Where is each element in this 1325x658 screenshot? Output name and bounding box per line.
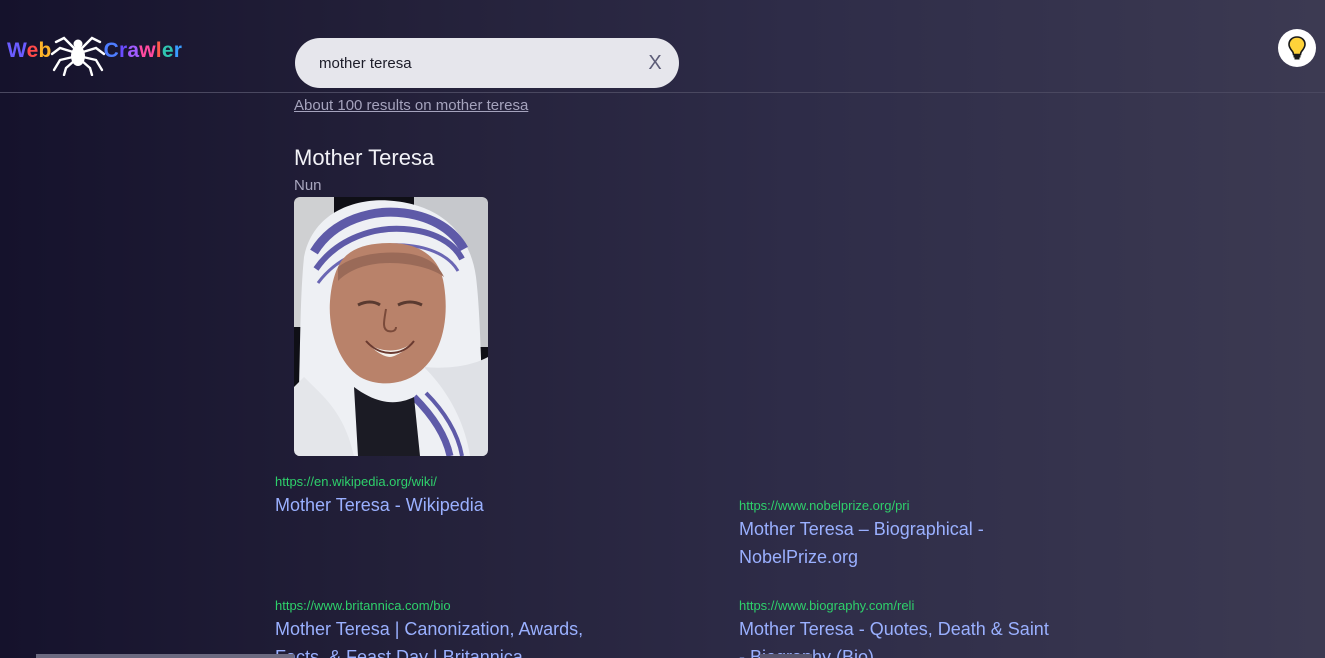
result-url[interactable]: https://en.wikipedia.org/wiki/ xyxy=(275,473,605,491)
search-result: https://www.biography.com/reli Mother Te… xyxy=(739,597,1069,658)
knowledge-panel-title: Mother Teresa xyxy=(294,145,435,170)
theme-toggle-button[interactable] xyxy=(1278,29,1316,67)
search-result: https://en.wikipedia.org/wiki/ Mother Te… xyxy=(275,473,605,519)
horizontal-scrollbar-thumb[interactable] xyxy=(760,654,812,658)
knowledge-panel-portrait-image xyxy=(294,197,488,456)
lightbulb-icon xyxy=(1288,36,1306,60)
logo[interactable]: Web Crawler xyxy=(7,26,182,76)
logo-text-web: Web xyxy=(7,39,52,62)
search-result: https://www.nobelprize.org/pri Mother Te… xyxy=(739,497,1069,571)
spider-icon xyxy=(50,36,105,76)
header-bar: Web Crawler X xyxy=(0,0,1325,93)
result-title-link[interactable]: Mother Teresa - Wikipedia xyxy=(275,491,605,519)
results-count-link[interactable]: About 100 results on mother teresa xyxy=(294,97,528,114)
result-url[interactable]: https://www.nobelprize.org/pri xyxy=(739,497,1069,515)
result-title-link[interactable]: Mother Teresa - Quotes, Death & Saint - … xyxy=(739,615,1059,658)
result-title-link[interactable]: Mother Teresa – Biographical - NobelPriz… xyxy=(739,515,1039,571)
search-input[interactable] xyxy=(319,52,639,74)
clear-search-button[interactable]: X xyxy=(645,50,665,76)
result-title-link[interactable]: Mother Teresa | Canonization, Awards, Fa… xyxy=(275,615,595,658)
result-url[interactable]: https://www.britannica.com/bio xyxy=(275,597,605,615)
horizontal-scrollbar[interactable] xyxy=(36,654,294,658)
result-url[interactable]: https://www.biography.com/reli xyxy=(739,597,1069,615)
logo-text-crawler: Crawler xyxy=(103,39,183,62)
knowledge-panel-subtitle: Nun xyxy=(294,177,322,194)
search-bar: X xyxy=(295,38,679,88)
search-result: https://www.britannica.com/bio Mother Te… xyxy=(275,597,605,658)
